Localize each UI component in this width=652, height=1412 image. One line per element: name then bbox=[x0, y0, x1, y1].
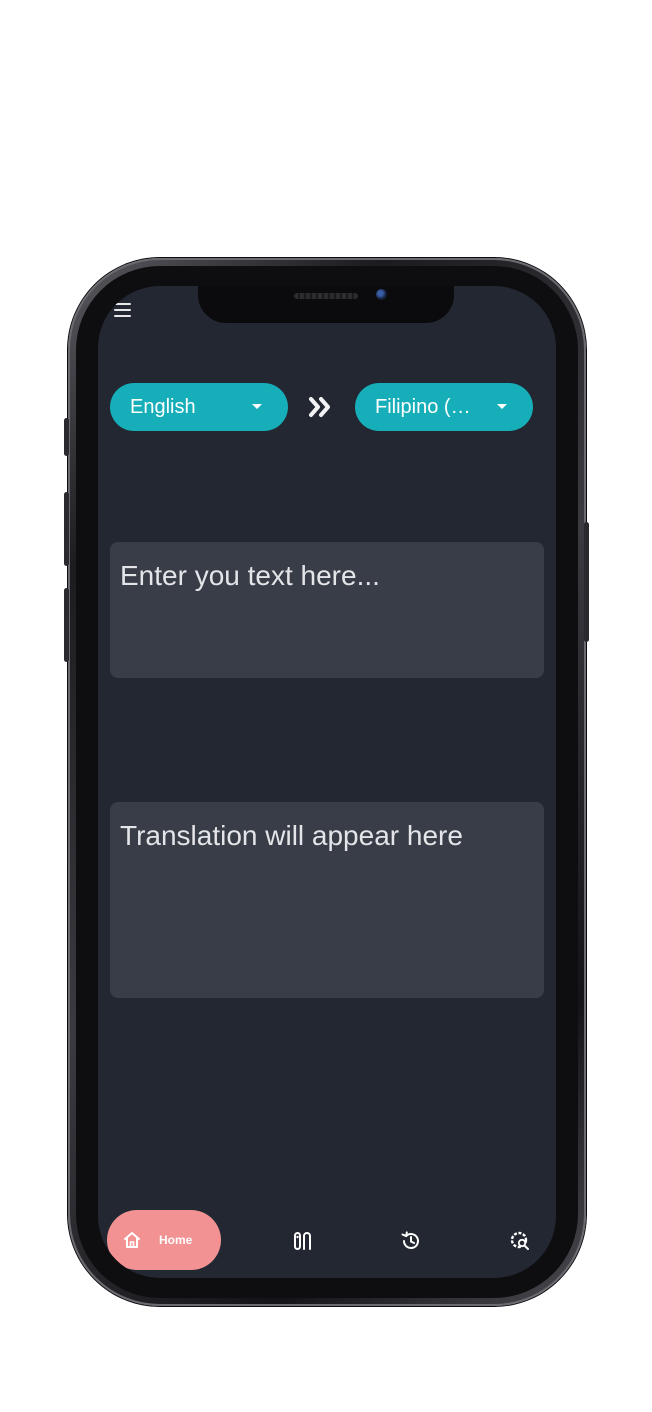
source-language-dropdown[interactable]: English bbox=[110, 383, 288, 431]
translation-output: Translation will appear here bbox=[110, 802, 544, 998]
nav-home-button[interactable]: Home bbox=[107, 1210, 221, 1270]
input-placeholder: Enter you text here... bbox=[120, 560, 380, 591]
front-camera bbox=[376, 289, 387, 300]
phrasebook-icon[interactable] bbox=[292, 1230, 314, 1252]
mockup-stage: English Filipino (T... Enter you text he… bbox=[0, 0, 652, 1412]
history-icon[interactable] bbox=[400, 1230, 422, 1252]
home-icon bbox=[124, 1232, 140, 1248]
chevron-down-icon bbox=[497, 404, 507, 409]
hamburger-menu-icon[interactable] bbox=[114, 303, 131, 317]
notch bbox=[198, 286, 454, 323]
source-text-input[interactable]: Enter you text here... bbox=[110, 542, 544, 678]
nav-home-label: Home bbox=[159, 1233, 193, 1247]
target-language-dropdown[interactable]: Filipino (T... bbox=[355, 383, 533, 431]
source-language-label: English bbox=[130, 395, 196, 418]
silent-switch bbox=[64, 418, 69, 456]
double-chevron-right-icon[interactable] bbox=[308, 394, 334, 420]
output-placeholder: Translation will appear here bbox=[120, 820, 463, 851]
target-language-label: Filipino (T... bbox=[375, 395, 471, 418]
power-button bbox=[584, 522, 589, 642]
volume-up-button bbox=[64, 492, 69, 566]
earpiece-speaker bbox=[294, 293, 358, 299]
bottom-navigation: Home bbox=[98, 1206, 556, 1278]
settings-search-icon[interactable] bbox=[509, 1230, 531, 1252]
app-screen: English Filipino (T... Enter you text he… bbox=[98, 286, 556, 1278]
volume-down-button bbox=[64, 588, 69, 662]
chevron-down-icon bbox=[252, 404, 262, 409]
